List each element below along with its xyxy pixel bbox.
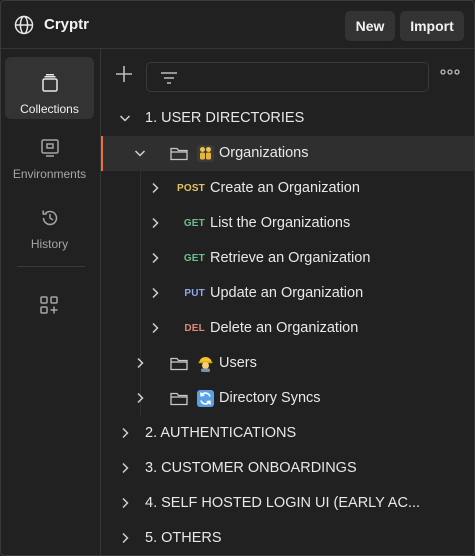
method-badge: DEL	[184, 323, 205, 334]
request-update-organization[interactable]: PUT Update an Organization	[101, 276, 474, 311]
folder-organizations[interactable]: Organizations	[101, 136, 474, 171]
app-window: Cryptr New Import Collections Environmen…	[0, 0, 475, 556]
method-badge: GET	[183, 253, 205, 264]
method-badge: POST	[176, 183, 205, 194]
chevron-right-icon[interactable]	[149, 322, 161, 334]
chevron-right-icon[interactable]	[119, 427, 131, 439]
collections-icon	[41, 74, 58, 92]
workspace-name[interactable]: Cryptr	[44, 16, 89, 33]
import-button[interactable]: Import	[400, 11, 464, 41]
request-retrieve-organization[interactable]: GET Retrieve an Organization	[101, 241, 474, 276]
filter-icon	[161, 72, 177, 84]
chevron-right-icon[interactable]	[149, 252, 161, 264]
folder-label: Users	[219, 355, 257, 371]
request-label: Update an Organization	[210, 285, 364, 301]
folder-label: Directory Syncs	[219, 390, 321, 406]
request-create-organization[interactable]: POST Create an Organization	[101, 171, 474, 206]
globe-icon	[14, 15, 34, 35]
sync-emoji-icon	[197, 390, 214, 407]
folder-icon	[170, 392, 188, 406]
chevron-down-icon[interactable]	[134, 147, 146, 159]
chevron-right-icon[interactable]	[149, 182, 161, 194]
chevron-right-icon[interactable]	[134, 357, 146, 369]
request-label: Create an Organization	[210, 180, 360, 196]
configure-workbench-icon[interactable]	[39, 295, 59, 315]
request-delete-organization[interactable]: DEL Delete an Organization	[101, 311, 474, 346]
more-options-icon[interactable]	[440, 68, 460, 76]
collection-label: 1. USER DIRECTORIES	[145, 110, 305, 126]
collection-user-directories[interactable]: 1. USER DIRECTORIES	[101, 101, 474, 136]
collection-label: 2. AUTHENTICATIONS	[145, 425, 297, 441]
chevron-down-icon[interactable]	[119, 112, 131, 124]
collection-others[interactable]: 5. OTHERS	[101, 521, 474, 555]
header: Cryptr New Import	[1, 1, 474, 49]
collection-customer-onboardings[interactable]: 3. CUSTOMER ONBOARDINGS	[101, 451, 474, 486]
method-badge: PUT	[184, 288, 205, 299]
chevron-right-icon[interactable]	[119, 497, 131, 509]
collection-authentications[interactable]: 2. AUTHENTICATIONS	[101, 416, 474, 451]
collection-self-hosted-login-ui[interactable]: 4. SELF HOSTED LOGIN UI (EARLY AC...	[101, 486, 474, 521]
collection-label: 5. OTHERS	[145, 530, 222, 546]
plus-icon[interactable]	[115, 65, 133, 83]
sidebar-item-history[interactable]: History	[5, 197, 94, 259]
chevron-right-icon[interactable]	[149, 287, 161, 299]
request-label: Retrieve an Organization	[210, 250, 371, 266]
request-label: Delete an Organization	[210, 320, 359, 336]
sidebar-item-environments[interactable]: Environments	[5, 127, 94, 189]
sidebar-item-label: Environments	[12, 167, 87, 181]
sidebar-item-label: Collections	[20, 102, 79, 116]
sidebar-item-label: History	[30, 237, 69, 251]
filter-input[interactable]	[146, 62, 429, 92]
chevron-right-icon[interactable]	[134, 392, 146, 404]
collection-label: 3. CUSTOMER ONBOARDINGS	[145, 460, 357, 476]
history-icon	[41, 210, 57, 226]
folder-directory-syncs[interactable]: Directory Syncs	[101, 381, 474, 416]
sidebar-divider	[17, 266, 85, 267]
method-badge: GET	[183, 218, 205, 229]
worker-emoji-icon	[197, 355, 214, 372]
new-button[interactable]: New	[345, 11, 395, 41]
folder-users[interactable]: Users	[101, 346, 474, 381]
collections-tree: 1. USER DIRECTORIES Organizations POST C…	[101, 101, 474, 555]
environments-icon	[40, 139, 59, 157]
sidebar-item-collections[interactable]: Collections	[5, 57, 94, 119]
people-emoji-icon	[197, 145, 214, 162]
sidebar: Collections Environments History	[1, 49, 101, 555]
collection-label: 4. SELF HOSTED LOGIN UI (EARLY AC...	[145, 495, 421, 511]
folder-icon	[170, 147, 188, 161]
chevron-right-icon[interactable]	[149, 217, 161, 229]
chevron-right-icon[interactable]	[119, 462, 131, 474]
folder-icon	[170, 357, 188, 371]
chevron-right-icon[interactable]	[119, 532, 131, 544]
request-label: List the Organizations	[210, 215, 351, 231]
collections-toolbar	[101, 49, 474, 99]
folder-label: Organizations	[219, 145, 309, 161]
request-list-organizations[interactable]: GET List the Organizations	[101, 206, 474, 241]
